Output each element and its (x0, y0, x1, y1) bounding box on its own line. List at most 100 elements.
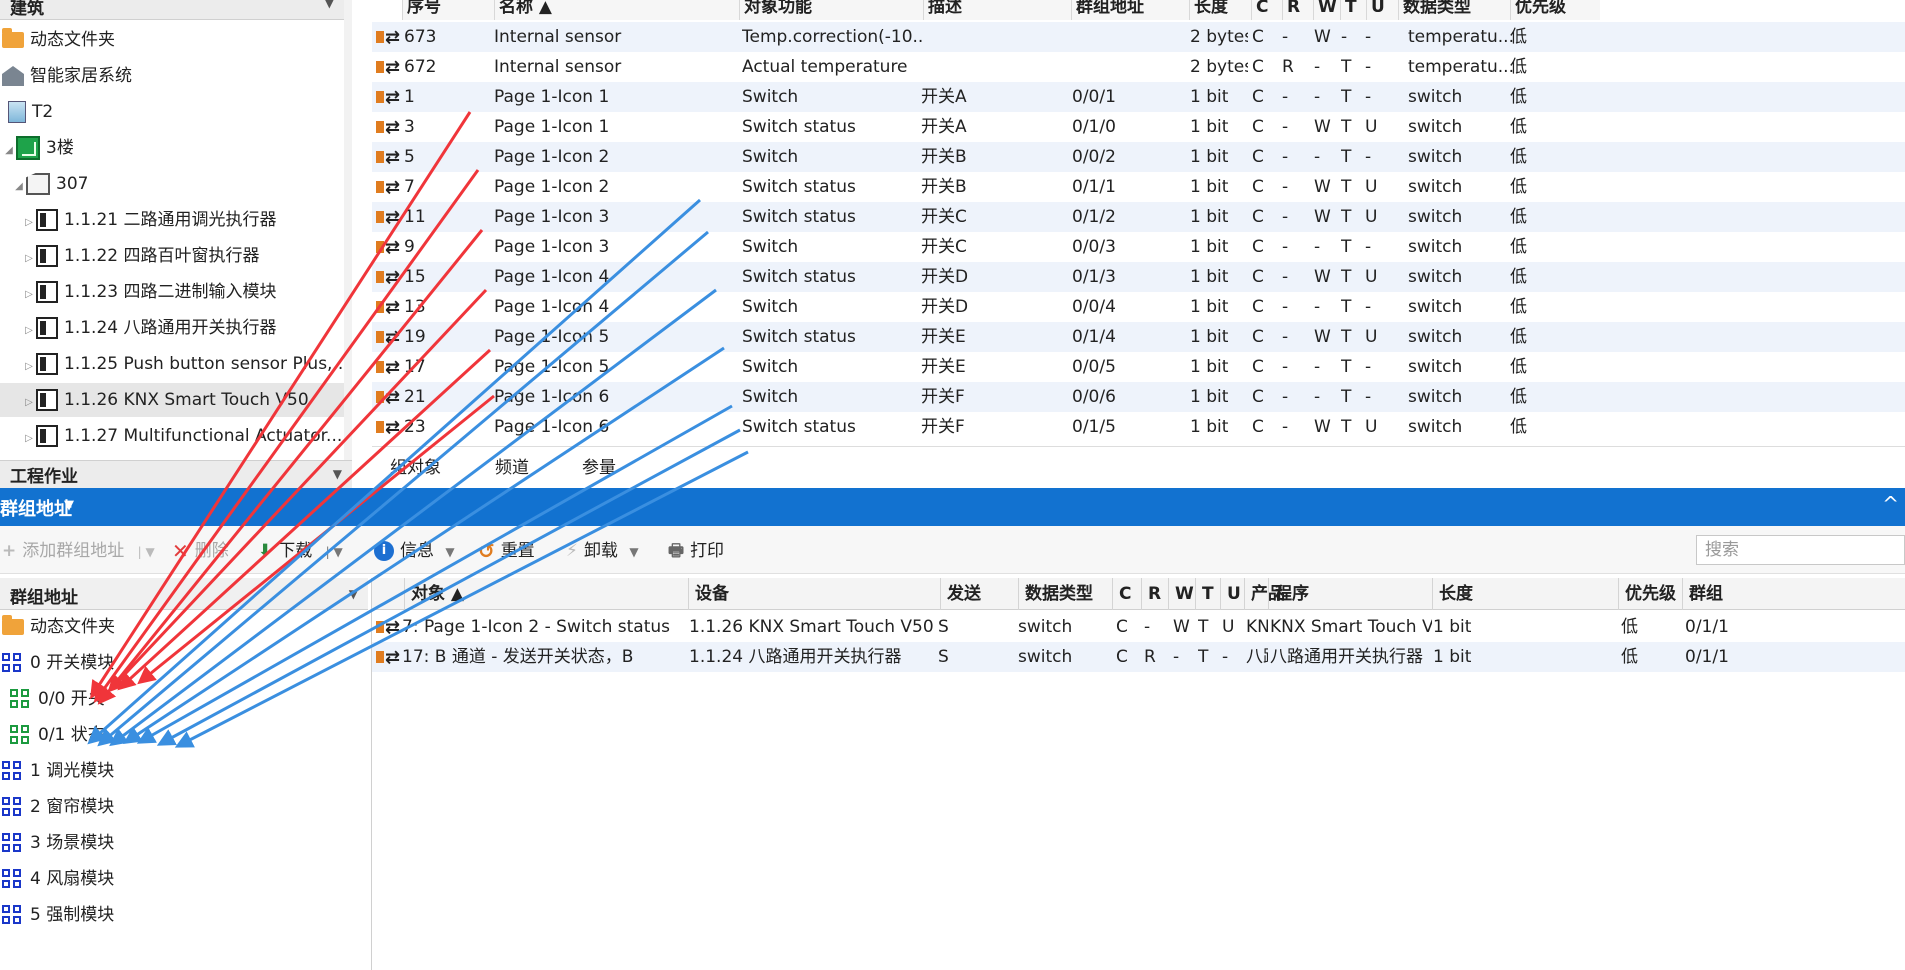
building-tree-item[interactable]: ▷ 1.1.23 四路二进制输入模块 (0, 275, 344, 309)
chevron-down-icon[interactable]: ▼ (349, 587, 358, 601)
group-address-item[interactable]: 0/1 状态 (10, 718, 370, 752)
table-row[interactable]: ⇄ 21 Page 1-Icon 6 Switch 开关F 0/0/6 1 bit C - - T -… (372, 382, 1905, 412)
table-row[interactable]: ⇄ 3 Page 1-Icon 1 Switch status 开关A 0/1/0 1 bi… (372, 112, 1905, 142)
group-address-item[interactable]: 动态文件夹 (2, 610, 362, 644)
chevron-down-icon[interactable]: ▼ (64, 498, 74, 513)
column-header[interactable]: 数据类型 (1398, 0, 1510, 20)
group-address-panel-title[interactable]: 群组地址 (0, 495, 72, 521)
column-header[interactable]: 产品 (1244, 578, 1285, 610)
column-header[interactable]: 长度 (1432, 578, 1618, 610)
column-header[interactable]: 群组 (1682, 578, 1764, 610)
table-cell: - (1365, 27, 1372, 47)
building-tree-item[interactable]: ▷ 1.1.27 Multifunctional Actuator... (0, 419, 344, 453)
expand-toggle-icon[interactable]: ▷ (22, 314, 36, 348)
table-row[interactable]: ⇄ 11 Page 1-Icon 3 Switch status 开关C 0/1/2 1 b… (372, 202, 1905, 232)
table-row[interactable]: ⇄ 17 Page 1-Icon 5 Switch 开关E 0/0/5 1 bit C - - T -… (372, 352, 1905, 382)
expand-toggle-icon[interactable]: ▷ (22, 242, 36, 276)
column-header[interactable]: 名称 ▲ (494, 0, 739, 20)
column-header[interactable]: C (1112, 578, 1141, 610)
info-button[interactable]: i 信息 ▼ (374, 538, 455, 564)
tab-parameters[interactable]: 参量 (582, 453, 616, 483)
unload-button[interactable]: ⚡ 卸载 ▼ (566, 538, 639, 564)
table-row[interactable]: ⇄ 17: B 通道 - 发送开关状态，B 1.1.24 八路通用开关执行器 Sswi… (372, 642, 1905, 672)
column-header[interactable]: U (1220, 578, 1244, 610)
column-header[interactable]: 设备 (688, 578, 940, 610)
expand-toggle-icon[interactable]: ◢ (2, 134, 16, 168)
expand-toggle-icon[interactable]: ▷ (22, 350, 36, 384)
column-header[interactable]: 描述 (923, 0, 1071, 20)
column-header[interactable]: W (1168, 578, 1195, 610)
column-header[interactable]: 优先级 (1618, 578, 1682, 610)
collapse-panel-icon[interactable]: ^ (1882, 492, 1899, 516)
column-header[interactable]: U (1366, 0, 1398, 20)
column-header[interactable]: 对象 ▲ (404, 578, 684, 610)
add-group-address-button[interactable]: + 添加群组地址 | ▼ (2, 538, 155, 564)
group-address-item[interactable]: 5 强制模块 (2, 898, 362, 932)
column-header[interactable]: 对象功能 (739, 0, 923, 20)
building-tree-item[interactable]: ▷ 1.1.26 KNX Smart Touch V50 (0, 383, 344, 417)
table-row[interactable]: ⇄ 19 Page 1-Icon 5 Switch status 开关E 0/1/4 1 b… (372, 322, 1905, 352)
group-address-item[interactable]: 2 窗帘模块 (2, 790, 362, 824)
column-header[interactable]: T (1195, 578, 1220, 610)
table-cell: T (1341, 357, 1352, 377)
search-input[interactable] (1696, 535, 1905, 565)
chevron-down-icon[interactable]: | ▼ (326, 545, 343, 559)
building-tree-item[interactable]: ▷ 1.1.21 二路通用调光执行器 (0, 203, 344, 237)
table-row[interactable]: ⇄ 672 Internal sensor Actual temperature 2 b… (372, 52, 1905, 82)
column-header[interactable]: 群组地址 (1071, 0, 1189, 20)
column-header[interactable]: R (1141, 578, 1168, 610)
building-tree-item[interactable]: 智能家居系统 (0, 59, 344, 93)
group-address-item[interactable]: 3 场景模块 (2, 826, 362, 860)
column-header[interactable]: 数据类型 (1018, 578, 1112, 610)
table-row[interactable]: ⇄ 7 Page 1-Icon 2 Switch status 开关B 0/1/1 1 bi… (372, 172, 1905, 202)
expand-toggle-icon[interactable]: ▷ (22, 422, 36, 456)
column-header[interactable]: 长度 (1189, 0, 1251, 20)
table-row[interactable]: ⇄ 7: Page 1-Icon 2 - Switch status 1.1.26 … (372, 612, 1905, 642)
chevron-down-icon[interactable]: | ▼ (138, 545, 155, 559)
table-row[interactable]: ⇄ 5 Page 1-Icon 2 Switch 开关B 0/0/2 1 bit C - - T - s… (372, 142, 1905, 172)
building-tree-item[interactable]: ▷ 1.1.22 四路百叶窗执行器 (0, 239, 344, 273)
print-button[interactable]: 🖶 打印 (668, 538, 724, 564)
group-address-item[interactable]: 4 风扇模块 (2, 862, 362, 896)
chevron-down-icon[interactable]: ▼ (333, 467, 342, 481)
tab-channels[interactable]: 频道 (495, 453, 529, 483)
expand-toggle-icon[interactable]: ▷ (22, 278, 36, 312)
group-address-tree-header[interactable]: 群组地址 ▼ (0, 578, 368, 610)
column-header[interactable]: 程序 (1268, 578, 1432, 610)
download-button[interactable]: ⬇ 下载 | ▼ (258, 538, 343, 564)
building-tree-item[interactable]: ▷ 1.1.24 八路通用开关执行器 (0, 311, 344, 345)
chevron-down-icon[interactable]: ▼ (629, 545, 638, 559)
table-row[interactable]: ⇄ 13 Page 1-Icon 4 Switch 开关D 0/0/4 1 bit C - - T -… (372, 292, 1905, 322)
column-header[interactable]: 序号 (402, 0, 494, 20)
expand-toggle-icon[interactable]: ▷ (22, 386, 36, 420)
column-header[interactable]: R (1282, 0, 1313, 20)
column-header[interactable]: C (1251, 0, 1282, 20)
group-address-item[interactable]: 0 开关模块 (2, 646, 362, 680)
expand-toggle-icon[interactable]: ▷ (22, 206, 36, 240)
group-address-item[interactable]: 1 调光模块 (2, 754, 362, 788)
building-panel-header[interactable]: 建筑 ▼ (0, 0, 344, 20)
building-tree-item[interactable]: T2 (0, 95, 344, 129)
chevron-down-icon[interactable]: ▼ (325, 0, 334, 10)
table-row[interactable]: ⇄ 1 Page 1-Icon 1 Switch 开关A 0/0/1 1 bit C - - T - s… (372, 82, 1905, 112)
delete-button[interactable]: ✕ 删除 (172, 538, 229, 564)
group-address-item[interactable]: 0/0 开关 (10, 682, 370, 716)
column-header[interactable]: 优先级 (1510, 0, 1600, 20)
project-work-header[interactable]: 工程作业 ▼ (0, 460, 352, 488)
table-row[interactable]: ⇄ 673 Internal sensor Temp.correction(-10..… (372, 22, 1905, 52)
building-scrollbar[interactable] (344, 0, 352, 460)
column-header[interactable]: 发送 (940, 578, 1018, 610)
table-row[interactable]: ⇄ 9 Page 1-Icon 3 Switch 开关C 0/0/3 1 bit C - - T - s… (372, 232, 1905, 262)
reset-button[interactable]: ↺ 重置 (478, 538, 535, 564)
chevron-down-icon[interactable]: ▼ (445, 545, 454, 559)
building-tree-item[interactable]: ◢ 307 (0, 167, 344, 201)
building-tree-item[interactable]: ▷ 1.1.25 Push button sensor Plus,... (0, 347, 349, 384)
building-tree-item[interactable]: 动态文件夹 (0, 23, 344, 57)
column-header[interactable]: W (1313, 0, 1340, 20)
table-row[interactable]: ⇄ 23 Page 1-Icon 6 Switch status 开关F 0/1/5 1 b… (372, 412, 1905, 442)
column-header[interactable]: T (1340, 0, 1366, 20)
table-row[interactable]: ⇄ 15 Page 1-Icon 4 Switch status 开关D 0/1/3 1 b… (372, 262, 1905, 292)
expand-toggle-icon[interactable]: ◢ (12, 170, 26, 204)
building-tree-item[interactable]: ◢ 3楼 (0, 131, 344, 165)
tab-group-objects[interactable]: 组对象 (390, 453, 441, 483)
